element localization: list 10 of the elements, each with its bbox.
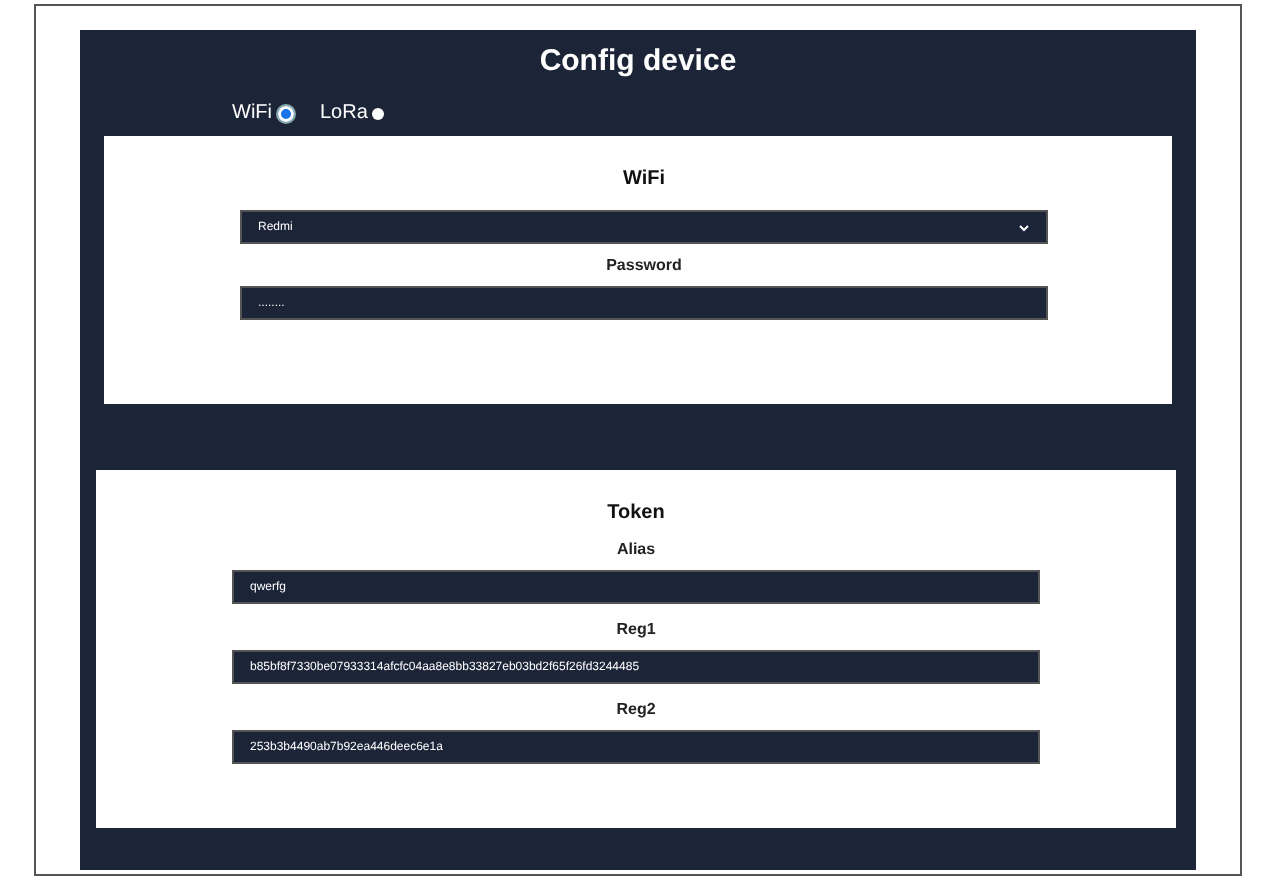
card-title: Token xyxy=(605,502,667,524)
caret-icon xyxy=(1018,221,1030,233)
card-title: WiFi xyxy=(620,168,667,190)
field-label: Alias xyxy=(616,540,656,558)
field-label: Reg2 xyxy=(616,700,656,718)
mode-radio[interactable]: WiFi xyxy=(232,102,296,124)
page-title: Config device xyxy=(537,44,739,78)
field-label: Reg1 xyxy=(616,620,656,638)
field-label: Password xyxy=(606,256,682,274)
mode-radio[interactable]: LoRa xyxy=(320,102,384,124)
